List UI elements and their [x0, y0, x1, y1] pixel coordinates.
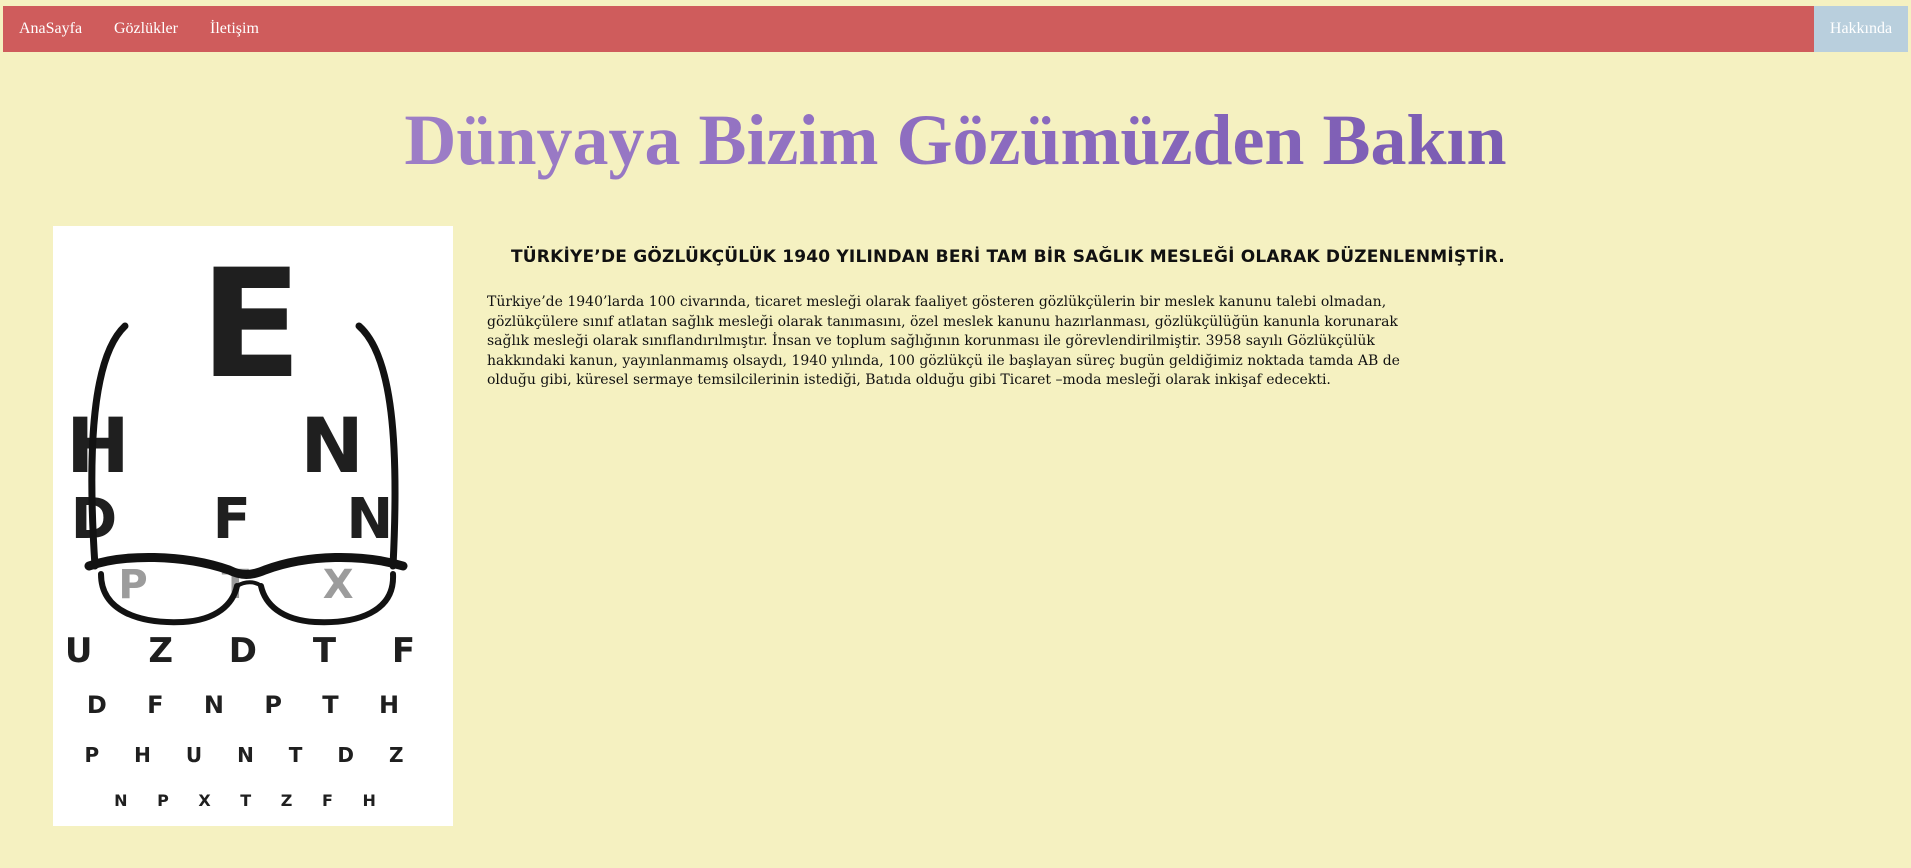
- article-heading: TÜRKİYE’DE GÖZLÜKÇÜLÜK 1940 YILINDAN BER…: [511, 247, 1505, 267]
- eye-chart-row-7: P H U N T D Z: [85, 743, 418, 767]
- eye-chart-glasses-image: E H N D F N P T X U Z D T F D F N P T H …: [53, 226, 453, 826]
- eye-chart-row-1: E: [200, 238, 302, 412]
- eye-chart-row-2: H N: [66, 401, 436, 490]
- top-navbar: AnaSayfa Gözlükler İletişim Hakkında: [3, 6, 1908, 52]
- eye-chart-row-6: D F N P T H: [87, 691, 415, 719]
- eye-chart-illustration: E H N D F N P T X U Z D T F D F N P T H …: [65, 238, 437, 810]
- nav-contact-link[interactable]: İletişim: [210, 6, 259, 52]
- eye-chart-row-3: D F N: [71, 487, 432, 552]
- eye-chart-row-8: N P X T Z F H: [114, 791, 388, 810]
- page: AnaSayfa Gözlükler İletişim Hakkında Dün…: [0, 0, 1911, 868]
- eye-chart-row-5: U Z D T F: [65, 631, 437, 671]
- nav-glasses-link[interactable]: Gözlükler: [114, 6, 178, 52]
- nav-about-button[interactable]: Hakkında: [1814, 6, 1908, 52]
- eye-chart-row-4: P T X: [118, 562, 383, 608]
- article-body-text: Türkiye’de 1940’larda 100 civarında, tic…: [487, 294, 1400, 388]
- hero-title: Dünyaya Bizim Gözümüzden Bakın: [0, 95, 1911, 185]
- nav-home-link[interactable]: AnaSayfa: [19, 6, 82, 52]
- article-content: TÜRKİYE’DE GÖZLÜKÇÜLÜK 1940 YILINDAN BER…: [487, 240, 1505, 391]
